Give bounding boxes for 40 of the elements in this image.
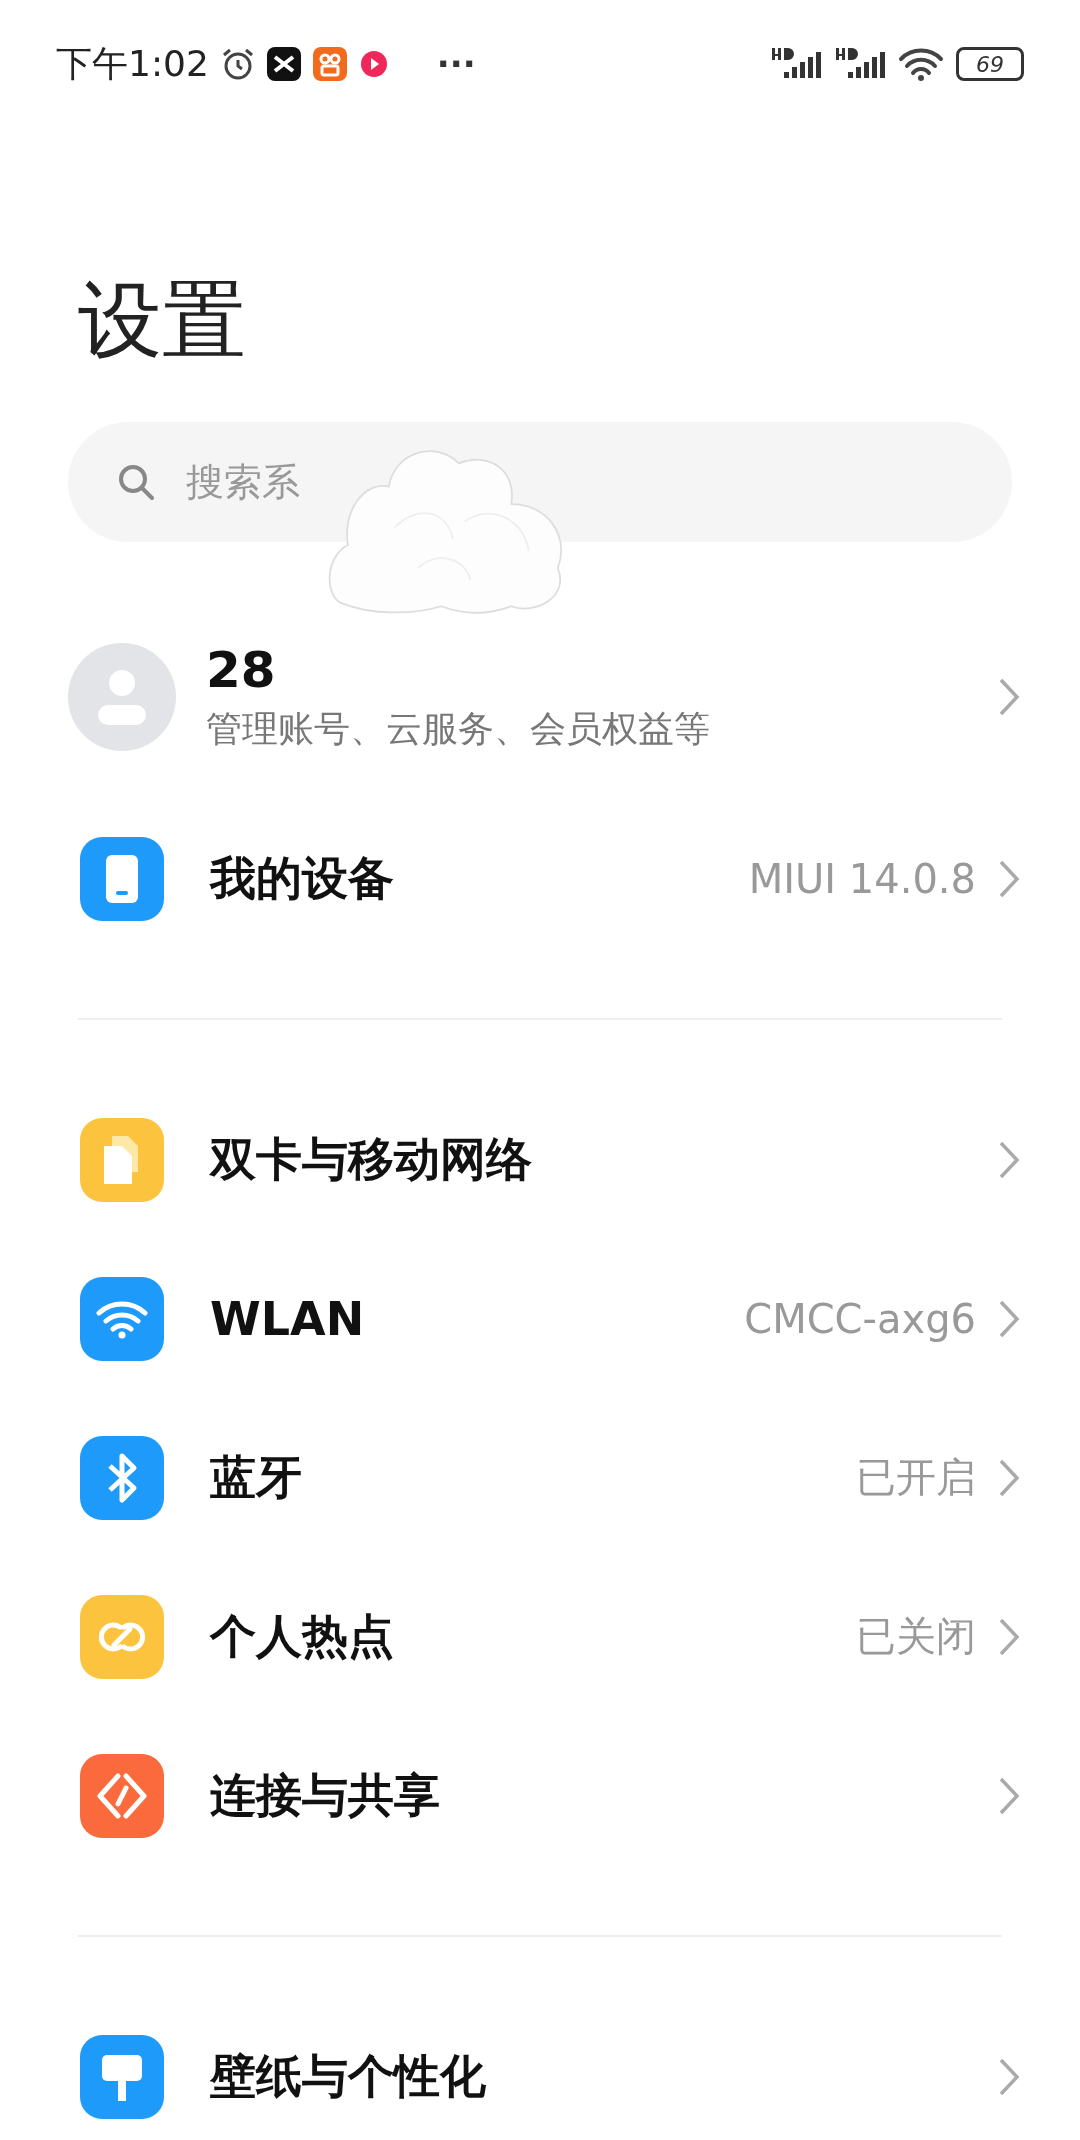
item-label: 双卡与移动网络 [210,1130,533,1188]
chevron-icon [998,677,1020,717]
item-label: 连接与共享 [210,1766,441,1824]
settings-item[interactable]: 连接与共享 [80,1716,1020,1875]
settings-item[interactable]: WLAN CMCC-axg6 [80,1239,1020,1398]
wifi-icon [898,47,944,81]
item-value: CMCC-axg6 [744,1295,976,1342]
chevron-icon [998,1139,1020,1180]
item-value: 已开启 [856,1453,976,1502]
account-name: 28 [206,640,277,699]
settings-item[interactable]: 个人热点 已关闭 [80,1557,1020,1716]
clock-time: 下午1:02 [56,41,209,86]
settings-item[interactable]: 壁纸与个性化 [80,1997,1020,2140]
chevron-icon [998,1775,1020,1816]
item-label: 我的设备 [210,849,395,907]
item-value: MIUI 14.0.8 [748,855,976,902]
page-title: 设置 [78,278,247,362]
bluetooth-icon [106,1451,138,1504]
item-label: 个人热点 [210,1607,395,1665]
account-subtitle: 管理账号、云服务、会员权益等 [206,706,711,751]
search-icon [116,462,156,502]
more-notifications: ··· [436,44,476,84]
chevron-icon [998,858,1020,899]
settings-item[interactable]: 我的设备 MIUI 14.0.8 [80,799,1020,958]
item-value: 已关闭 [856,1612,976,1661]
item-label: 蓝牙 [210,1448,303,1506]
app-notification-icon [358,49,389,79]
settings-item[interactable]: 双卡与移动网络 [80,1080,1020,1239]
battery-icon: 69 [956,47,1024,81]
item-label: 壁纸与个性化 [210,2047,487,2105]
alarm-icon [220,47,255,81]
settings-item[interactable]: 蓝牙 已开启 [80,1398,1020,1557]
chevron-icon [998,1457,1020,1498]
chevron-icon [998,1616,1020,1657]
chevron-icon [998,2056,1020,2097]
item-label: WLAN [210,1291,366,1346]
app-notification-icon [266,47,301,81]
account-row[interactable]: 28 管理账号、云服务、会员权益等 [68,617,1020,777]
chevron-icon [998,1298,1020,1339]
app-notification-icon [312,47,347,81]
